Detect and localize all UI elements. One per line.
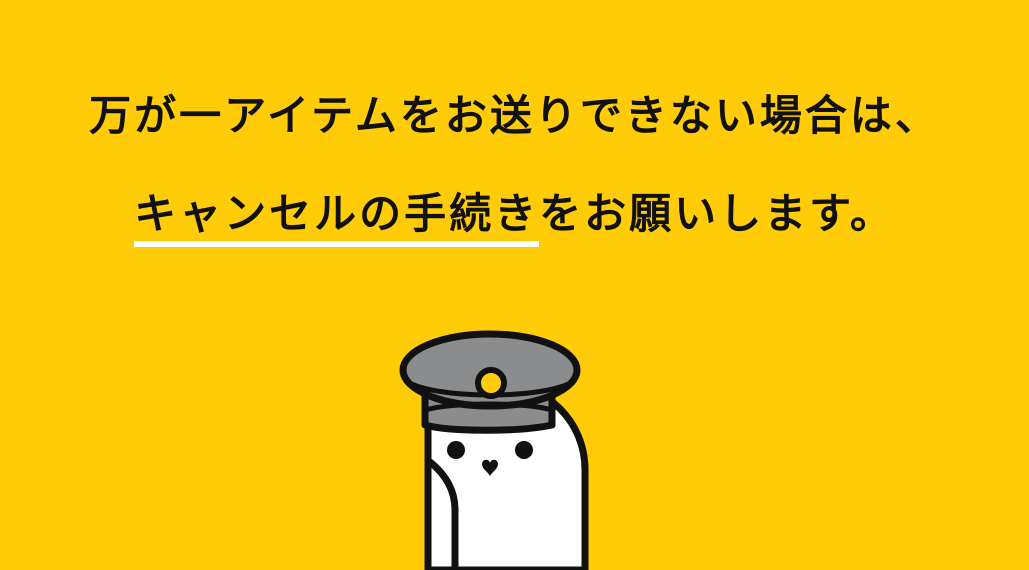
right-eye-icon (515, 441, 533, 459)
cap-badge-icon (475, 367, 507, 399)
headline-line-2: キャンセルの手続きをお願いします。 (0, 189, 1029, 247)
highlighted-phrase: キャンセルの手続き (134, 189, 540, 247)
headline-text-2: をお願いします。 (539, 189, 895, 238)
headline-text-1: 万が一アイテムをお送りできない場合は、 (89, 91, 940, 140)
notice-banner: 万が一アイテムをお送りできない場合は、 キャンセルの手続きをお願いします。 (0, 0, 1029, 570)
headline-line-1: 万が一アイテムをお送りできない場合は、 (0, 95, 1029, 137)
left-eye-icon (447, 441, 465, 459)
conductor-mascot-illustration (399, 330, 589, 570)
